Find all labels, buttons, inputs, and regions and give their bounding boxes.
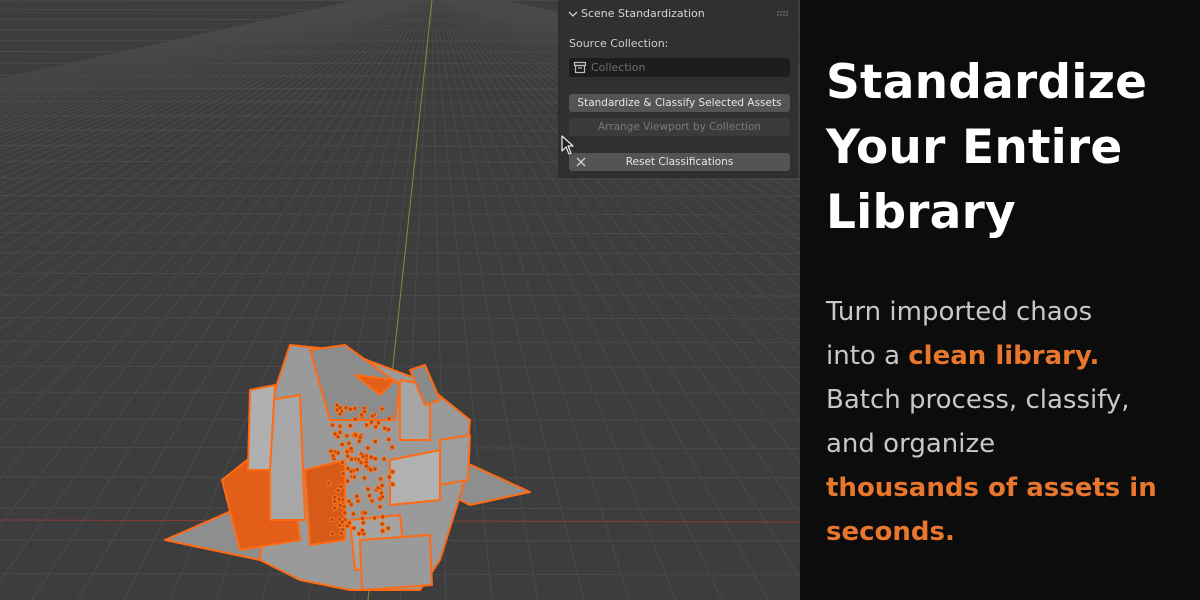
body-line-1: Turn imported chaos	[826, 297, 1093, 327]
close-icon	[576, 157, 586, 167]
body-highlight-clean-library: clean library.	[908, 341, 1100, 371]
collection-icon	[573, 61, 587, 74]
body-line-3: Batch process, classify,	[826, 385, 1130, 415]
body-line-4: and organize	[826, 429, 996, 459]
panel-title: Scene Standardization	[581, 7, 705, 20]
mouse-cursor-icon	[561, 135, 574, 155]
promo-text-panel: Standardize Your Entire Library Turn imp…	[800, 0, 1200, 600]
headline-line-2: Your Entire	[826, 120, 1123, 175]
scene-standardization-panel: Scene Standardization Source Collection:	[558, 0, 798, 178]
panel-header[interactable]: Scene Standardization	[559, 0, 798, 28]
promo-headline: Standardize Your Entire Library	[826, 50, 1196, 245]
promo-body: Turn imported chaos into a clean library…	[826, 290, 1196, 554]
reset-classifications-button[interactable]: Reset Classifications	[569, 153, 790, 171]
collection-input[interactable]	[591, 58, 781, 77]
headline-line-1: Standardize	[826, 55, 1148, 110]
body-highlight-thousands: thousands of assets in	[826, 473, 1157, 503]
reset-button-label: Reset Classifications	[625, 156, 734, 168]
headline-line-3: Library	[826, 185, 1016, 240]
drag-handle-icon[interactable]	[776, 10, 788, 18]
chevron-down-icon[interactable]	[567, 8, 579, 20]
source-collection-label: Source Collection:	[569, 37, 669, 50]
body-highlight-seconds: seconds.	[826, 517, 955, 547]
body-line-2-text: into a	[826, 341, 909, 371]
arrange-viewport-button[interactable]: Arrange Viewport by Collection	[569, 118, 790, 136]
collection-field[interactable]	[569, 58, 790, 77]
standardize-classify-button[interactable]: Standardize & Classify Selected Assets	[569, 94, 790, 112]
body-line-2: into a clean library.	[826, 341, 1099, 371]
screenshot-stage: Scene Standardization Source Collection:	[0, 0, 1200, 600]
3d-viewport[interactable]: Scene Standardization Source Collection:	[0, 0, 800, 600]
